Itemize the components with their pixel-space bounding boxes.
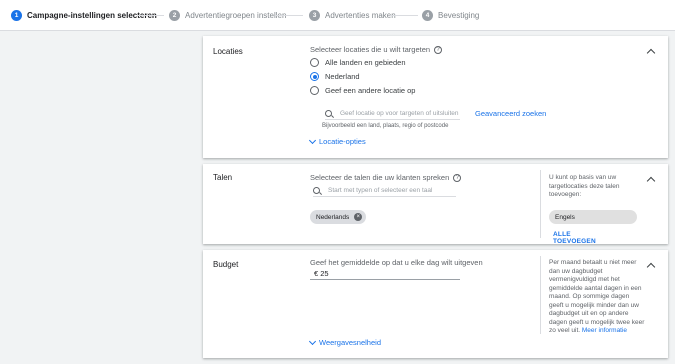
budget-amount-input[interactable]: € 25 <box>310 267 460 280</box>
radio-all-countries[interactable]: Alle landen en gebieden <box>310 58 406 67</box>
step-number: 2 <box>169 9 180 21</box>
budget-prompt: Geef het gemiddelde op dat u elke dag wi… <box>310 258 483 267</box>
chevron-down-icon <box>308 136 317 144</box>
step-2[interactable]: 2 Advertentiegroepen instellen <box>169 8 286 22</box>
languages-side-text: U kunt op basis van uw targetlocaties de… <box>549 174 620 198</box>
step-separator <box>138 15 164 16</box>
chevron-down-icon <box>308 337 317 345</box>
location-options-link[interactable]: Locatie-opties <box>308 136 366 146</box>
suggested-language-chip[interactable]: Engels <box>549 210 637 224</box>
radio-other-location[interactable]: Geef een andere locatie op <box>310 86 415 95</box>
remove-icon[interactable]: × <box>354 213 363 221</box>
radio-label: Nederland <box>325 72 360 81</box>
card-title: Talen <box>213 173 233 182</box>
step-number: 4 <box>422 9 433 21</box>
link-label: Locatie-opties <box>319 137 366 146</box>
location-example-hint: Bijvoorbeeld een land, plaats, regio of … <box>322 123 449 129</box>
languages-card: Talen Selecteer de talen die uw klanten … <box>203 164 668 245</box>
step-label: Bevestiging <box>438 10 480 20</box>
location-search-input[interactable]: Geef locatie op voor targeten of uitslui… <box>325 107 460 120</box>
radio-netherlands[interactable]: Nederland <box>310 72 360 81</box>
search-icon <box>313 186 320 194</box>
budget-card: Budget Geef het gemiddelde op dat u elke… <box>203 250 668 358</box>
collapse-chevron-icon[interactable] <box>646 48 656 58</box>
radio-icon[interactable] <box>310 86 319 95</box>
collapse-chevron-icon[interactable] <box>646 262 656 272</box>
more-info-link[interactable]: Meer informatie <box>582 327 627 334</box>
step-number: 3 <box>309 9 320 21</box>
radio-selected-icon[interactable] <box>310 72 319 81</box>
step-separator <box>390 15 418 16</box>
add-all-button[interactable]: ALLE TOEVOEGEN <box>553 231 596 245</box>
step-1[interactable]: 1 Campagne-instellingen selecteren <box>11 8 157 22</box>
locations-card: Locaties Selecteer locaties die u wilt t… <box>203 36 668 158</box>
step-label: Advertentiegroepen instellen <box>185 10 287 20</box>
search-icon <box>325 109 332 117</box>
budget-side-text: Per maand betaalt u niet meer dan uw dag… <box>549 259 645 336</box>
collapse-chevron-icon[interactable] <box>646 176 656 186</box>
chip-label: Nederlands <box>316 213 350 221</box>
locations-prompt: Selecteer locaties die u wilt targeten ? <box>310 45 443 54</box>
step-separator <box>275 15 303 16</box>
search-placeholder: Start met typen of selecteer een taal <box>328 186 433 194</box>
radio-icon[interactable] <box>310 58 319 67</box>
step-number: 1 <box>11 9 22 21</box>
budget-side-body: Per maand betaalt u niet meer dan uw dag… <box>549 259 645 334</box>
step-4[interactable]: 4 Bevestiging <box>422 8 479 22</box>
locations-prompt-text: Selecteer locaties die u wilt targeten <box>310 45 431 54</box>
step-label: Advertenties maken <box>325 10 396 20</box>
budget-side-panel: Per maand betaalt u niet meer dan uw dag… <box>540 256 644 334</box>
radio-label: Geef een andere locatie op <box>325 86 416 95</box>
radio-label: Alle landen en gebieden <box>325 58 406 67</box>
card-title: Locaties <box>213 47 243 56</box>
card-title: Budget <box>213 260 239 269</box>
advanced-search-link[interactable]: Geavanceerd zoeken <box>475 109 546 118</box>
campaign-stepper: 1 Campagne-instellingen selecteren 2 Adv… <box>0 0 675 31</box>
help-icon[interactable]: ? <box>434 45 443 54</box>
link-label: Weergavesnelheid <box>319 338 381 347</box>
search-placeholder: Geef locatie op voor targeten of uitslui… <box>340 109 459 117</box>
languages-side-panel: U kunt op basis van uw targetlocaties de… <box>540 170 637 245</box>
step-3[interactable]: 3 Advertenties maken <box>309 8 396 22</box>
delivery-method-link[interactable]: Weergavesnelheid <box>308 337 381 347</box>
help-icon[interactable]: ? <box>453 173 462 182</box>
language-search-input[interactable]: Start met typen of selecteer een taal <box>313 184 456 197</box>
languages-prompt: Selecteer de talen die uw klanten spreke… <box>310 173 462 182</box>
language-chip-dutch[interactable]: Nederlands × <box>310 210 367 224</box>
languages-prompt-text: Selecteer de talen die uw klanten spreke… <box>310 173 450 182</box>
